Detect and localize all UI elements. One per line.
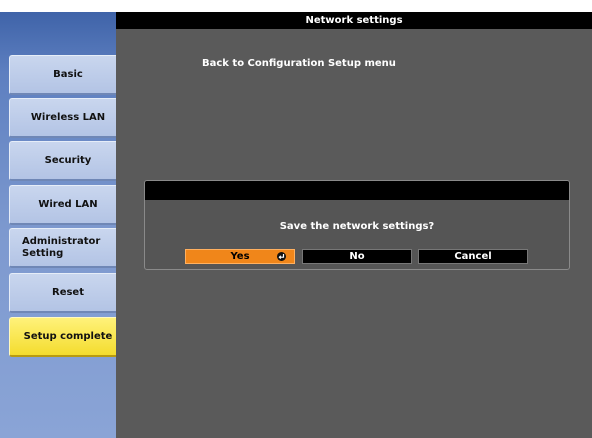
sidebar-item-administrator-setting[interactable]: Administrator Setting bbox=[9, 228, 127, 268]
sidebar-item-label: Basic bbox=[53, 69, 83, 80]
cancel-button[interactable]: Cancel bbox=[418, 249, 528, 264]
sidebar-item-label: Wired LAN bbox=[38, 199, 98, 210]
sidebar-item-setup-complete[interactable]: Setup complete bbox=[9, 317, 127, 357]
no-button[interactable]: No bbox=[302, 249, 412, 264]
back-to-configuration-link[interactable]: Back to Configuration Setup menu bbox=[202, 58, 396, 69]
sidebar-item-wireless-lan[interactable]: Wireless LAN bbox=[9, 98, 127, 138]
sidebar-item-label: Administrator Setting bbox=[22, 235, 101, 259]
sidebar-item-label: Reset bbox=[52, 287, 84, 298]
sidebar-item-label: Wireless LAN bbox=[30, 112, 106, 123]
sidebar-item-wired-lan[interactable]: Wired LAN bbox=[9, 185, 127, 225]
enter-icon bbox=[277, 252, 286, 261]
sidebar-item-basic[interactable]: Basic bbox=[9, 55, 127, 95]
sidebar-item-label: Setup complete bbox=[23, 331, 113, 342]
window-title: Network settings bbox=[116, 12, 592, 29]
save-dialog: Save the network settings? Yes No Cancel bbox=[144, 180, 570, 270]
yes-button-label: Yes bbox=[230, 251, 250, 262]
dialog-header bbox=[145, 181, 569, 200]
sidebar-item-label: Security bbox=[44, 155, 92, 166]
sidebar-item-security[interactable]: Security bbox=[9, 141, 127, 181]
yes-button[interactable]: Yes bbox=[185, 249, 295, 264]
sidebar-item-reset[interactable]: Reset bbox=[9, 273, 127, 313]
dialog-message: Save the network settings? bbox=[279, 221, 435, 232]
